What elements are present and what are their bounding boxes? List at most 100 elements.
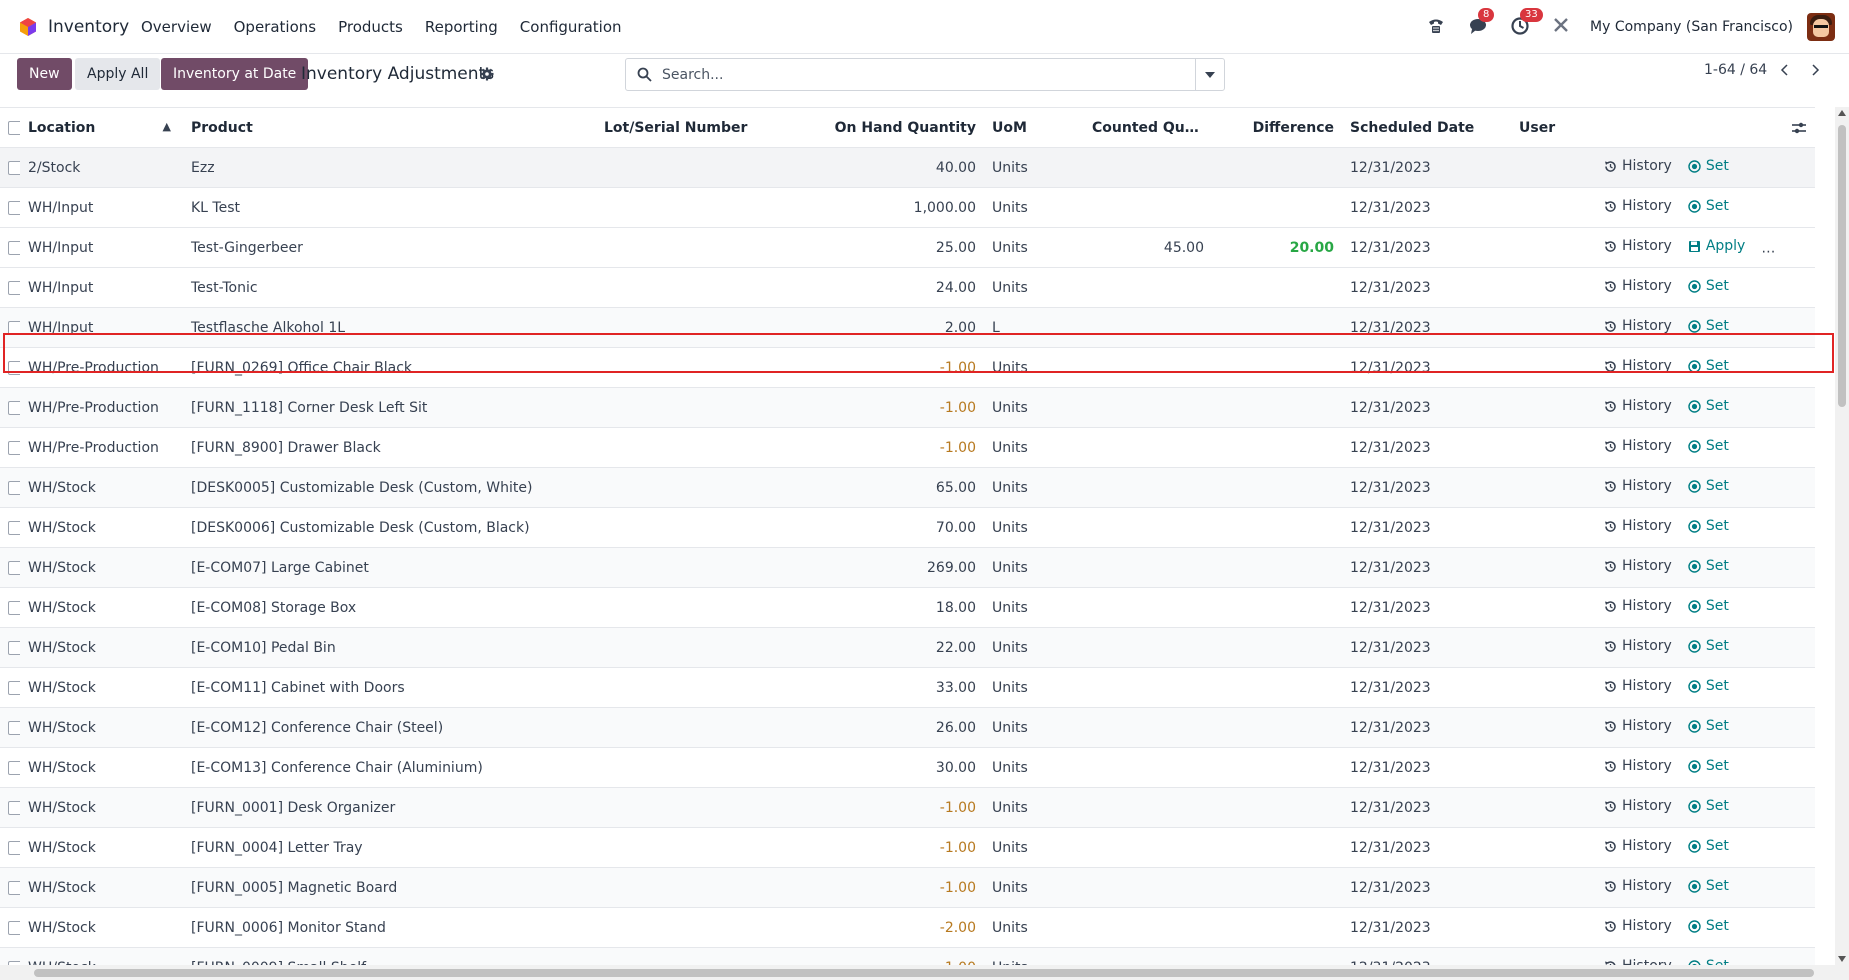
- set-button[interactable]: Set: [1688, 718, 1729, 734]
- gear-icon[interactable]: [480, 67, 494, 85]
- history-button[interactable]: History: [1604, 198, 1672, 214]
- cell-counted[interactable]: [1084, 428, 1212, 468]
- set-button[interactable]: Set: [1688, 158, 1729, 174]
- history-button[interactable]: History: [1604, 718, 1672, 734]
- set-button[interactable]: Set: [1688, 438, 1729, 454]
- pager-value[interactable]: 1-64 / 64: [1704, 62, 1767, 78]
- table-row[interactable]: WH/Stock [E-COM07] Large Cabinet 269.00 Uni…: [0, 547, 1815, 588]
- table-row[interactable]: WH/Stock [E-COM10] Pedal Bin 22.00 Units 12/…: [0, 627, 1815, 668]
- set-button[interactable]: Set: [1688, 398, 1729, 414]
- set-button[interactable]: Set: [1688, 918, 1729, 934]
- table-row[interactable]: WH/Stock [DESK0005] Customizable Desk (Cu…: [0, 467, 1815, 508]
- set-button[interactable]: Set: [1688, 758, 1729, 774]
- history-button[interactable]: History: [1604, 678, 1672, 694]
- menu-configuration[interactable]: Configuration: [520, 18, 622, 36]
- set-button[interactable]: Set: [1688, 278, 1729, 294]
- row-checkbox[interactable]: [0, 828, 20, 868]
- search-input[interactable]: [660, 60, 1200, 89]
- new-button[interactable]: New: [17, 58, 72, 90]
- table-row[interactable]: WH/Stock [E-COM13] Conference Chair (Alum…: [0, 748, 1815, 788]
- pager-next-button[interactable]: [1802, 58, 1830, 82]
- cell-counted[interactable]: [1084, 268, 1212, 308]
- table-row[interactable]: WH/Stock [FURN_0006] Monitor Stand -2.00 Un…: [0, 908, 1815, 948]
- row-checkbox[interactable]: [0, 707, 20, 748]
- cell-counted[interactable]: [1084, 668, 1212, 708]
- history-button[interactable]: History: [1604, 598, 1672, 614]
- cell-counted[interactable]: [1084, 748, 1212, 788]
- table-row[interactable]: WH/Input Testflasche Alkohol 1L 2.00 L 12/31…: [0, 307, 1815, 348]
- apply-button[interactable]: Apply: [1688, 238, 1745, 254]
- menu-overview[interactable]: Overview: [141, 18, 212, 36]
- cell-counted[interactable]: [1084, 908, 1212, 948]
- table-row[interactable]: WH/Stock [E-COM11] Cabinet with Doors 33.0…: [0, 668, 1815, 708]
- user-avatar[interactable]: [1807, 13, 1835, 41]
- row-checkbox[interactable]: [0, 787, 20, 828]
- history-button[interactable]: History: [1604, 918, 1672, 934]
- column-scheduled-date[interactable]: Scheduled Date: [1342, 107, 1511, 148]
- row-checkbox[interactable]: [0, 947, 20, 965]
- table-row[interactable]: WH/Stock [FURN_0004] Letter Tray -1.00 Unit…: [0, 828, 1815, 868]
- row-checkbox[interactable]: [0, 508, 20, 548]
- cell-counted[interactable]: [1084, 508, 1212, 548]
- set-button[interactable]: Set: [1688, 958, 1729, 965]
- horizontal-scrollbar[interactable]: [0, 965, 1849, 980]
- column-lot[interactable]: Lot/Serial Number: [596, 107, 796, 148]
- cell-counted[interactable]: [1084, 787, 1212, 828]
- menu-reporting[interactable]: Reporting: [425, 18, 498, 36]
- cell-counted[interactable]: [1084, 627, 1212, 668]
- set-button[interactable]: Set: [1688, 798, 1729, 814]
- row-checkbox[interactable]: [0, 387, 20, 428]
- row-checkbox[interactable]: [0, 748, 20, 788]
- history-button[interactable]: History: [1604, 238, 1672, 254]
- cell-counted[interactable]: [1084, 467, 1212, 508]
- table-row[interactable]: WH/Stock [FURN_0001] Desk Organizer -1.00 U…: [0, 787, 1815, 828]
- history-button[interactable]: History: [1604, 798, 1672, 814]
- table-row[interactable]: WH/Input KL Test 1,000.00 Units 12/31/2023 Hi…: [0, 188, 1815, 228]
- cell-counted[interactable]: 45.00: [1084, 227, 1212, 268]
- history-button[interactable]: History: [1604, 518, 1672, 534]
- apply-all-button[interactable]: Apply All: [75, 58, 161, 90]
- history-button[interactable]: History: [1604, 438, 1672, 454]
- app-name[interactable]: Inventory: [48, 17, 129, 37]
- activities-icon[interactable]: 33: [1510, 8, 1543, 38]
- column-uom[interactable]: UoM: [984, 107, 1084, 148]
- set-button[interactable]: Set: [1688, 478, 1729, 494]
- debug-tools-icon[interactable]: [1552, 16, 1574, 38]
- history-button[interactable]: History: [1604, 958, 1672, 965]
- search-options-toggle[interactable]: [1195, 59, 1224, 90]
- menu-operations[interactable]: Operations: [234, 18, 316, 36]
- history-button[interactable]: History: [1604, 638, 1672, 654]
- inventory-at-date-button[interactable]: Inventory at Date: [161, 58, 309, 90]
- set-button[interactable]: Set: [1688, 318, 1729, 334]
- cell-counted[interactable]: [1084, 387, 1212, 428]
- cell-counted[interactable]: [1084, 348, 1212, 388]
- row-checkbox[interactable]: [0, 627, 20, 668]
- optional-columns-toggle[interactable]: [1596, 107, 1815, 148]
- set-button[interactable]: Set: [1688, 838, 1729, 854]
- history-button[interactable]: History: [1604, 878, 1672, 894]
- column-user[interactable]: User: [1511, 107, 1596, 148]
- cell-counted[interactable]: [1084, 547, 1212, 588]
- set-button[interactable]: Set: [1688, 678, 1729, 694]
- cell-counted[interactable]: [1084, 307, 1212, 348]
- row-checkbox[interactable]: [0, 547, 20, 588]
- table-row[interactable]: WH/Stock[FURN_0009] Small Shelf -1.00Unit…: [0, 947, 1815, 965]
- history-button[interactable]: History: [1604, 758, 1672, 774]
- table-row[interactable]: WH/Input Test-Tonic 24.00 Units 12/31/2023 Hi…: [0, 268, 1815, 308]
- set-button[interactable]: Set: [1688, 558, 1729, 574]
- set-button[interactable]: Set: [1688, 878, 1729, 894]
- inventory-app-icon[interactable]: [18, 17, 38, 37]
- pager-previous-button[interactable]: [1770, 58, 1798, 82]
- vertical-scrollbar[interactable]: [1835, 107, 1849, 965]
- cell-counted[interactable]: [1084, 188, 1212, 228]
- set-button[interactable]: Set: [1688, 598, 1729, 614]
- cell-counted[interactable]: [1084, 147, 1212, 188]
- column-location[interactable]: Location ▲: [20, 107, 183, 148]
- table-row[interactable]: WH/Stock [DESK0006] Customizable Desk (Cu…: [0, 508, 1815, 548]
- row-checkbox[interactable]: [0, 188, 20, 228]
- select-all-checkbox[interactable]: [0, 107, 20, 148]
- row-checkbox[interactable]: [0, 268, 20, 308]
- set-button[interactable]: Set: [1688, 518, 1729, 534]
- row-checkbox[interactable]: [0, 668, 20, 708]
- row-checkbox[interactable]: [0, 588, 20, 628]
